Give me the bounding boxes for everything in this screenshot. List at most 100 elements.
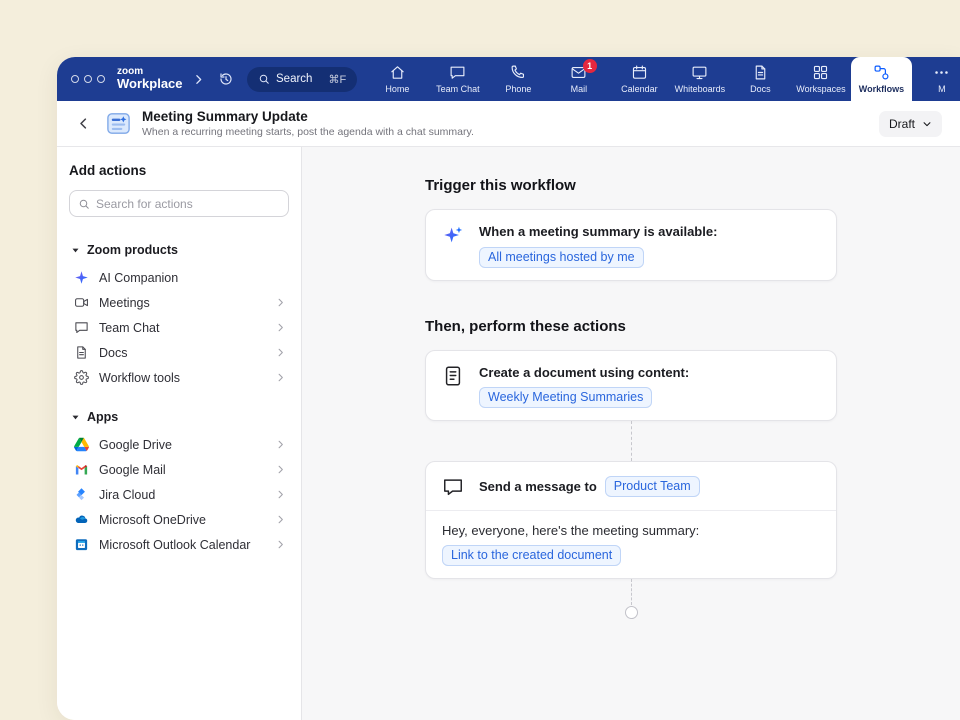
nav-item-docs[interactable]: Docs [730,57,791,101]
app-window: zoom Workplace Search ⌘F Home Team Chat [57,57,960,720]
window-controls[interactable] [71,57,105,101]
nav-item-workflows[interactable]: Workflows [851,57,912,101]
workspaces-icon [812,64,829,81]
item-label: Jira Cloud [99,488,265,502]
nav-item-workspaces[interactable]: Workspaces [791,57,852,101]
onedrive-icon [74,512,89,527]
item-label: AI Companion [99,271,286,285]
nav-label: Calendar [621,84,658,94]
item-label: Microsoft Outlook Calendar [99,538,265,552]
home-icon [389,64,406,81]
whiteboard-icon [691,64,708,81]
window-control-zoom[interactable] [97,75,105,83]
nav-item-mail[interactable]: 1 Mail [549,57,610,101]
search-label: Search [276,73,312,85]
nav-label: Workflows [859,84,904,94]
send-message-text: Send a message to [479,478,597,496]
trigger-card[interactable]: When a meeting summary is available: All… [425,209,837,281]
nav-label: Team Chat [436,84,480,94]
create-document-card[interactable]: Create a document using content: Weekly … [425,350,837,422]
sidebar-search-input[interactable] [96,197,280,211]
chevron-right-icon [275,439,286,450]
sidebar-heading: Add actions [69,163,289,178]
chevron-right-icon [275,372,286,383]
section-zoom-products[interactable]: Zoom products [69,241,289,259]
chevron-right-icon [275,489,286,500]
send-message-card[interactable]: Send a message to Product Team Hey, ever… [425,461,837,579]
sidebar-item-meetings[interactable]: Meetings [69,290,289,315]
sidebar-item-ai-companion[interactable]: AI Companion [69,265,289,290]
team-chat-icon [74,320,89,335]
message-body-text: Hey, everyone, here's the meeting summar… [442,523,820,538]
global-search[interactable]: Search ⌘F [247,67,357,92]
nav-item-calendar[interactable]: Calendar [609,57,670,101]
meetings-icon [74,295,89,310]
gmail-icon [74,462,89,477]
window-control-minimize[interactable] [84,75,92,83]
nav-label: Workspaces [796,84,845,94]
chevron-right-icon [275,514,286,525]
sidebar-search[interactable] [69,190,289,217]
chevron-right-icon [275,322,286,333]
back-button[interactable] [71,112,95,136]
workflow-title: Meeting Summary Update [142,109,474,125]
sidebar-item-team-chat[interactable]: Team Chat [69,315,289,340]
sidebar-item-docs[interactable]: Docs [69,340,289,365]
sidebar-item-jira-cloud[interactable]: Jira Cloud [69,482,289,507]
chevron-right-icon [275,297,286,308]
trigger-scope-chip[interactable]: All meetings hosted by me [479,247,644,268]
chevron-right-icon [275,539,286,550]
create-doc-chip[interactable]: Weekly Meeting Summaries [479,387,652,408]
chevron-right-icon [275,464,286,475]
history-icon[interactable] [215,57,237,101]
nav-label: Home [385,84,409,94]
item-label: Meetings [99,296,265,310]
outlook-calendar-icon [74,537,89,552]
item-label: Docs [99,346,265,360]
sidebar-item-microsoft-onedrive[interactable]: Microsoft OneDrive [69,507,289,532]
send-target-chip[interactable]: Product Team [605,476,700,497]
trigger-text: When a meeting summary is available: [479,223,717,241]
workflow-connector [631,421,632,461]
sidebar-item-google-drive[interactable]: Google Drive [69,432,289,457]
phone-icon [510,64,527,81]
item-label: Google Drive [99,438,265,452]
draft-status-dropdown[interactable]: Draft [879,111,942,137]
nav-tabs: Home Team Chat Phone 1 Mail Calendar [367,57,960,101]
nav-item-phone[interactable]: Phone [488,57,549,101]
nav-item-home[interactable]: Home [367,57,428,101]
workflow-header: Meeting Summary Update When a recurring … [57,101,960,147]
item-label: Team Chat [99,321,265,335]
ai-companion-icon [74,270,89,285]
nav-item-whiteboards[interactable]: Whiteboards [670,57,731,101]
nav-item-more-partial[interactable]: M [912,57,960,101]
chevron-right-icon [275,347,286,358]
jira-icon [74,487,89,502]
message-bubble-icon [442,476,464,498]
collapse-chevron-icon[interactable] [189,57,207,101]
sidebar-item-google-mail[interactable]: Google Mail [69,457,289,482]
actions-heading: Then, perform these actions [425,318,837,335]
docs-icon [752,64,769,81]
section-label: Apps [87,410,118,424]
sidebar-item-workflow-tools[interactable]: Workflow tools [69,365,289,390]
caret-down-icon [71,246,80,255]
chat-bubble-icon [449,64,466,81]
calendar-icon [631,64,648,81]
message-link-chip[interactable]: Link to the created document [442,545,621,566]
section-label: Zoom products [87,243,178,257]
nav-label: Phone [505,84,531,94]
more-dots-icon [933,64,950,81]
brand-line2: Workplace [117,77,189,91]
nav-label: M [938,84,946,94]
window-control-close[interactable] [71,75,79,83]
sidebar-item-microsoft-outlook-calendar[interactable]: Microsoft Outlook Calendar [69,532,289,557]
actions-sidebar: Add actions Zoom products AI Companion [57,147,302,720]
nav-item-team-chat[interactable]: Team Chat [428,57,489,101]
top-nav-bar: zoom Workplace Search ⌘F Home Team Chat [57,57,960,101]
document-icon [442,365,464,387]
search-icon [78,198,90,210]
section-apps[interactable]: Apps [69,408,289,426]
workflows-icon [873,64,890,81]
chevron-down-icon [922,119,932,129]
